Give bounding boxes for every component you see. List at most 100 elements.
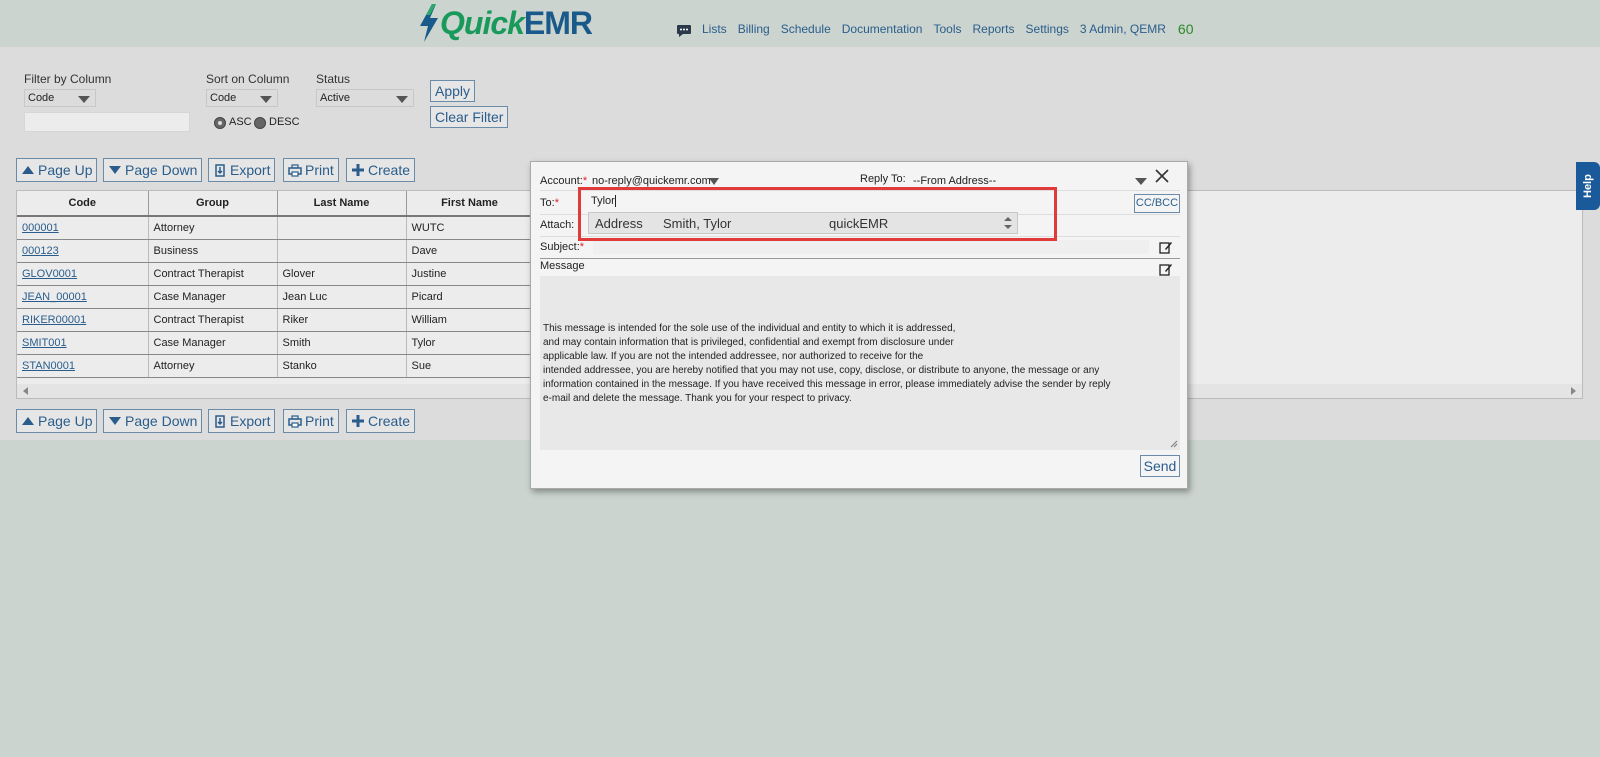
filter-column-value: Code xyxy=(28,92,55,104)
table-row[interactable]: SMIT001 Case Manager Smith Tylor xyxy=(17,331,534,355)
page-up-button[interactable]: Page Up xyxy=(16,158,98,182)
nav-billing[interactable]: Billing xyxy=(738,22,770,36)
code-link[interactable]: RIKER00001 xyxy=(22,314,86,326)
last-name-cell xyxy=(277,239,407,263)
table-row[interactable]: GLOV0001 Contract Therapist Glover Justine xyxy=(17,262,534,286)
page-up-button-bottom[interactable]: Page Up xyxy=(16,409,98,433)
nav-lists[interactable]: Lists xyxy=(702,22,727,36)
chat-bubble-icon[interactable] xyxy=(676,24,692,38)
required-marker: * xyxy=(554,197,559,209)
nav-user-menu[interactable]: 3 Admin, QEMR xyxy=(1080,22,1166,36)
last-name-cell: Riker xyxy=(277,308,407,332)
send-button[interactable]: Send xyxy=(1140,455,1180,477)
export-icon xyxy=(215,164,225,177)
table-row[interactable]: STAN0001 Attorney Stanko Sue xyxy=(17,354,534,378)
scroll-right-icon[interactable] xyxy=(1571,387,1576,395)
triangle-up-icon xyxy=(22,417,34,425)
quickemr-logo[interactable]: Quick EMR xyxy=(418,3,593,43)
code-link[interactable]: 000123 xyxy=(22,245,59,257)
message-body: This message is intended for the sole us… xyxy=(543,323,1111,404)
asc-radio[interactable] xyxy=(214,117,226,129)
group-cell: Business xyxy=(148,239,278,263)
first-name-cell: Justine xyxy=(406,262,534,286)
app-header: Quick EMR Lists Billing Schedule Document… xyxy=(0,0,1600,47)
code-link[interactable]: STAN0001 xyxy=(22,360,75,372)
cc-bcc-button[interactable]: CC/BCC xyxy=(1134,194,1180,213)
print-button[interactable]: Print xyxy=(283,158,339,182)
nav-settings[interactable]: Settings xyxy=(1026,22,1069,36)
page-up-label: Page Up xyxy=(38,413,93,429)
message-textarea[interactable]: This message is intended for the sole us… xyxy=(540,276,1180,450)
clear-filter-label: Clear Filter xyxy=(435,109,504,125)
status-value: Active xyxy=(320,92,350,104)
group-cell: Case Manager xyxy=(148,331,278,355)
print-button-bottom[interactable]: Print xyxy=(283,409,339,433)
table-row[interactable]: JEAN_00001 Case Manager Jean Luc Picard xyxy=(17,285,534,309)
status-select[interactable]: Active xyxy=(316,89,414,107)
code-link[interactable]: GLOV0001 xyxy=(22,268,77,280)
group-cell: Case Manager xyxy=(148,285,278,309)
edit-icon[interactable] xyxy=(1159,240,1173,254)
col-header-group[interactable]: Group xyxy=(148,191,278,217)
table-row[interactable]: RIKER00001 Contract Therapist Riker William xyxy=(17,308,534,332)
col-header-last-name[interactable]: Last Name xyxy=(277,191,407,217)
nav-schedule[interactable]: Schedule xyxy=(781,22,831,36)
edit-icon[interactable] xyxy=(1159,262,1173,276)
group-cell: Contract Therapist xyxy=(148,308,278,332)
close-icon[interactable] xyxy=(1153,167,1171,185)
scroll-left-icon[interactable] xyxy=(23,387,28,395)
export-label: Export xyxy=(230,413,271,429)
table-row[interactable]: 000001 Attorney WUTC xyxy=(17,216,534,240)
export-button-bottom[interactable]: Export xyxy=(208,409,276,433)
sort-label: Sort on Column xyxy=(206,72,290,86)
reply-to-label: Reply To: xyxy=(860,173,906,185)
resize-handle-icon[interactable] xyxy=(1170,440,1178,448)
subject-input[interactable] xyxy=(593,240,1149,254)
help-tab[interactable]: Help xyxy=(1576,162,1600,210)
account-select[interactable]: no-reply@quickemr.com xyxy=(592,175,724,187)
print-label: Print xyxy=(305,413,334,429)
nav-reports[interactable]: Reports xyxy=(972,22,1014,36)
logo-quick-text: Quick xyxy=(440,4,525,41)
filter-input[interactable] xyxy=(24,112,190,132)
clear-filter-button[interactable]: Clear Filter xyxy=(430,106,509,128)
col-header-first-name[interactable]: First Name xyxy=(406,191,534,217)
filter-by-label: Filter by Column xyxy=(24,72,112,86)
code-link[interactable]: JEAN_00001 xyxy=(22,291,87,303)
code-link[interactable]: 000001 xyxy=(22,222,59,234)
create-label: Create xyxy=(368,162,411,178)
chevron-down-icon xyxy=(78,96,90,103)
table-header-row: Code Group Last Name First Name xyxy=(17,191,534,217)
divider xyxy=(540,258,1180,259)
page-down-button-bottom[interactable]: Page Down xyxy=(103,409,203,433)
chevron-down-icon xyxy=(396,96,408,103)
top-nav: Lists Billing Schedule Documentation Too… xyxy=(676,20,1193,38)
export-button[interactable]: Export xyxy=(208,158,276,182)
subject-label: Subject:* xyxy=(540,241,584,253)
last-name-cell: Jean Luc xyxy=(277,285,407,309)
page-down-button[interactable]: Page Down xyxy=(103,158,203,182)
apply-button[interactable]: Apply xyxy=(430,80,476,102)
code-link[interactable]: SMIT001 xyxy=(22,337,67,349)
col-header-code[interactable]: Code xyxy=(17,191,149,217)
create-button-bottom[interactable]: Create xyxy=(346,409,416,433)
triangle-up-icon xyxy=(22,166,34,174)
reply-to-select[interactable]: --From Address-- xyxy=(913,175,1149,187)
sort-column-select[interactable]: Code xyxy=(206,89,278,107)
nav-tools[interactable]: Tools xyxy=(933,22,961,36)
table-row[interactable]: 000123 Business Dave xyxy=(17,239,534,263)
status-label: Status xyxy=(316,72,351,86)
triangle-down-icon xyxy=(109,166,121,174)
nav-documentation[interactable]: Documentation xyxy=(842,22,923,36)
create-button[interactable]: Create xyxy=(346,158,416,182)
reply-to-value: --From Address-- xyxy=(913,175,997,187)
first-name-cell: Dave xyxy=(406,239,534,263)
account-value: no-reply@quickemr.com xyxy=(592,175,711,187)
filter-column-select[interactable]: Code xyxy=(24,89,96,107)
desc-radio[interactable] xyxy=(254,117,266,129)
first-name-cell: Sue xyxy=(406,354,534,378)
logo-emr-text: EMR xyxy=(523,4,593,41)
lightning-bolt-icon xyxy=(420,4,438,42)
to-label-text: To: xyxy=(540,197,555,209)
print-label: Print xyxy=(305,162,334,178)
